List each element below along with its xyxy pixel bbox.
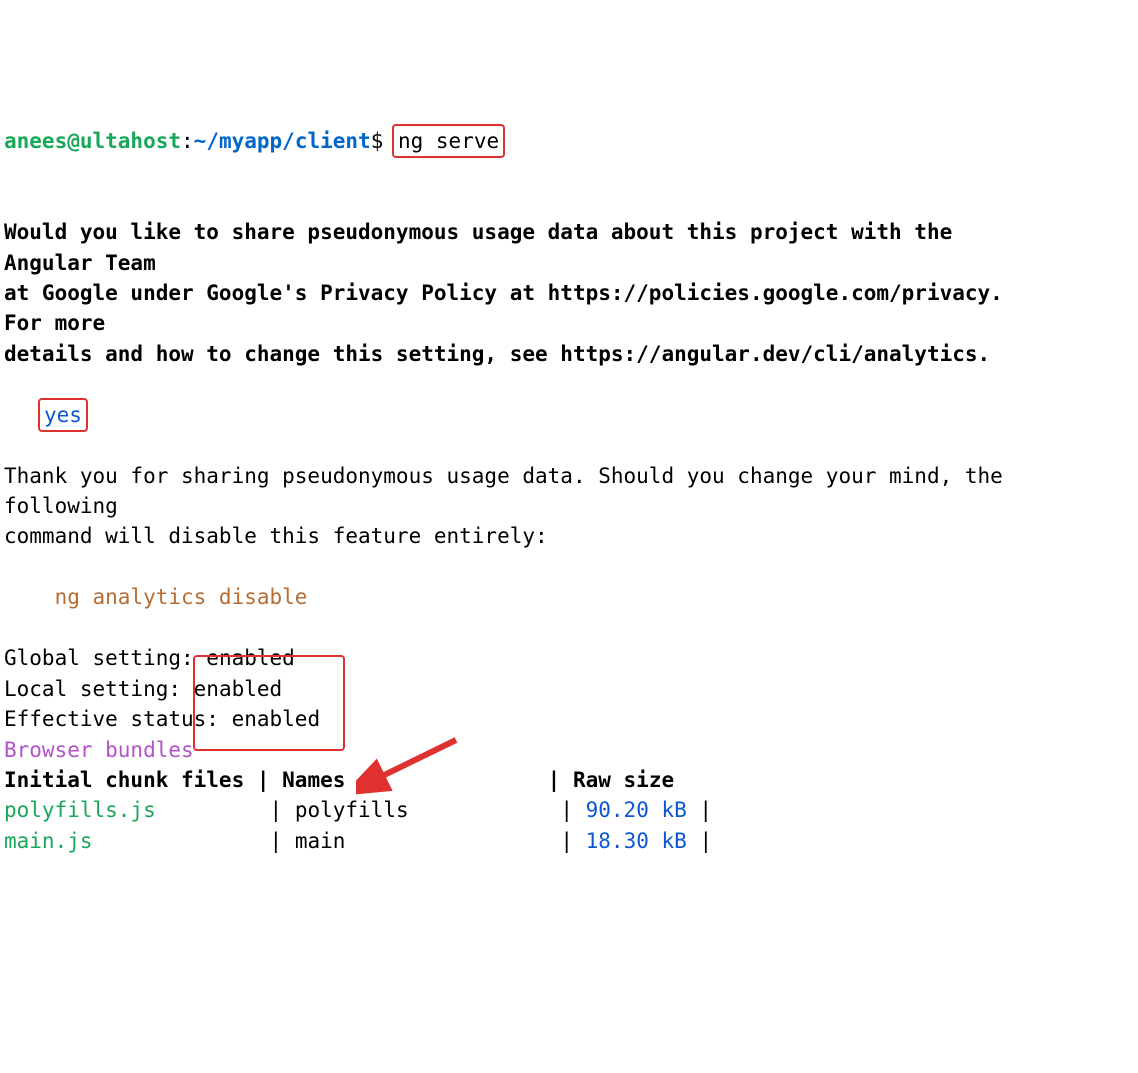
prompt-line[interactable]: anees@ultahost:~/myapp/client$ ng serve (4, 129, 501, 153)
answer-highlight-box: yes (38, 398, 88, 432)
setting-local-label: Local setting: (4, 677, 194, 701)
bundle-size: 18.30 kB (586, 829, 687, 853)
bundle-file: polyfills.js (4, 798, 156, 822)
question-line-4: For more (4, 311, 105, 335)
thankyou-line-3: command will disable this feature entire… (4, 524, 548, 548)
setting-local: Local setting: enabled (4, 677, 282, 701)
setting-global-label: Global setting: (4, 646, 194, 670)
thankyou-line-1: Thank you for sharing pseudonymous usage… (4, 464, 1003, 488)
setting-local-val: enabled (194, 677, 283, 701)
disable-command-hint: ng analytics disable (4, 585, 307, 609)
setting-effective: Effective status: enabled (4, 707, 320, 731)
prompt-user: anees@ultahost (4, 129, 181, 153)
setting-effective-mid: s: (194, 707, 232, 731)
question-line-1: Would you like to share pseudonymous usa… (4, 220, 952, 244)
prompt-path: ~/myapp/client (194, 129, 371, 153)
table-header-col2: Names (282, 768, 345, 792)
table-sep: | (548, 829, 586, 853)
entered-command: ng serve (398, 129, 499, 153)
bundles-heading: Browser bundles (4, 738, 194, 762)
prompt-sep1: : (181, 129, 194, 153)
bundle-size: 90.20 kB (586, 798, 687, 822)
table-header-col3: Raw size (573, 768, 674, 792)
table-sep: | (244, 768, 282, 792)
setting-effective-val: enabled (232, 707, 321, 731)
setting-global: Global setting: enabled (4, 646, 295, 670)
table-sep: | (535, 768, 573, 792)
setting-effective-label: Effective statu (4, 707, 194, 731)
terminal-output: anees@ultahost:~/myapp/client$ ng serve … (4, 126, 1134, 917)
answer-yes: yes (44, 403, 82, 427)
question-line-5: details and how to change this setting, … (4, 342, 990, 366)
table-header-col1: Initial chunk files (4, 768, 244, 792)
table-sep: | (257, 829, 295, 853)
setting-global-val: enabled (194, 646, 295, 670)
table-row: polyfills.js | polyfills | 90.20 kB | (4, 798, 725, 822)
table-row: main.js | main | 18.30 kB | (4, 829, 725, 853)
table-sep: | (257, 798, 295, 822)
table-sep: | (548, 798, 586, 822)
bundle-name: polyfills (295, 798, 409, 822)
thankyou-line-2: following (4, 494, 118, 518)
bundle-name: main (295, 829, 346, 853)
command-highlight-box: ng serve (392, 124, 505, 158)
question-line-2: Angular Team (4, 251, 156, 275)
bundle-file: main.js (4, 829, 93, 853)
table-header: Initial chunk files | Names | Raw size (4, 768, 674, 792)
question-line-3: at Google under Google's Privacy Policy … (4, 281, 1003, 305)
